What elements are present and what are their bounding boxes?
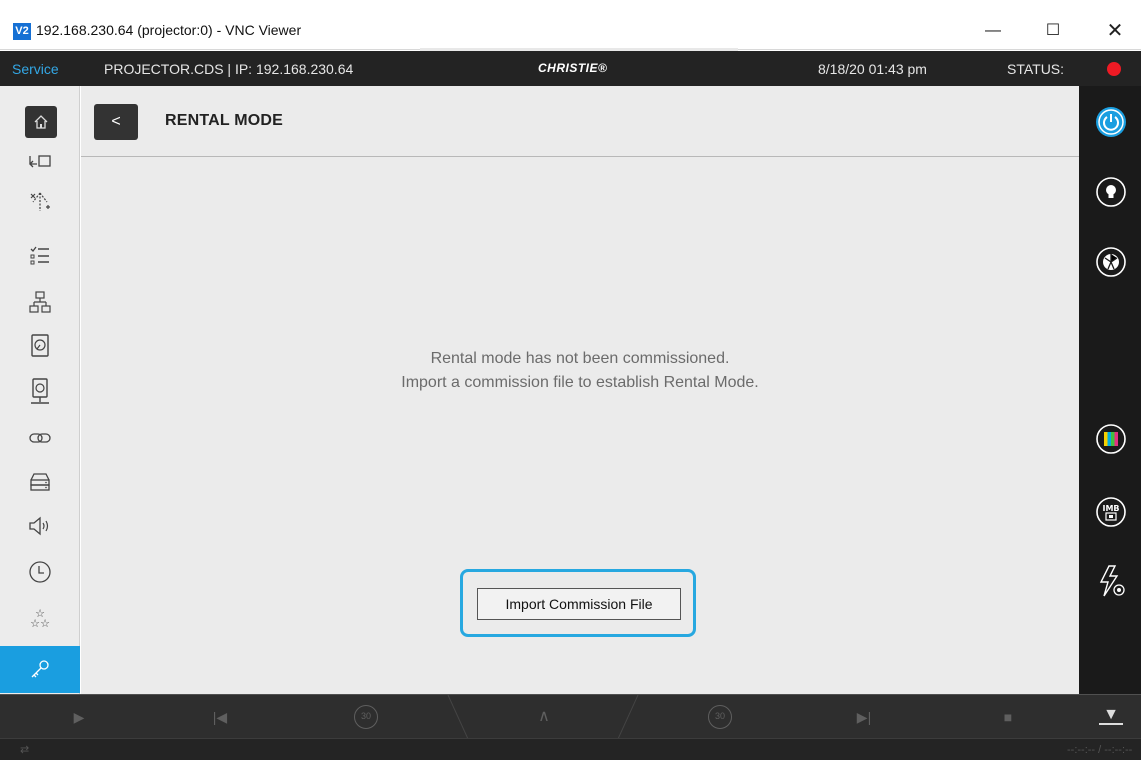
test-pattern-button[interactable] [1095, 423, 1127, 455]
shutter-button[interactable] [1095, 246, 1127, 278]
main-content: < RENTAL MODE Rental mode has not been c… [81, 86, 1079, 694]
skip-back-button[interactable]: |◀ [208, 705, 232, 729]
display-icon [29, 155, 51, 168]
power-icon [1096, 107, 1126, 137]
power-settings-icon [1099, 565, 1125, 597]
light-sparkle-icon [30, 192, 50, 211]
svg-text:☆: ☆ [40, 617, 50, 630]
sidebar-item-clock[interactable] [0, 552, 80, 592]
playback-time: --:--:-- / --:--:-- [1067, 744, 1133, 756]
sidebar-item-stars[interactable]: ☆ ☆ ☆ [0, 598, 80, 638]
christie-logo: CHRISTIE® [538, 61, 608, 75]
key-icon [31, 659, 49, 677]
transport-bar: ▶ |◀ 30 ∧ 30 ▶| ■ ▼ [0, 694, 1141, 739]
checklist-icon [30, 246, 49, 265]
page-header: < RENTAL MODE [81, 86, 1079, 157]
sidebar-item-network[interactable] [0, 282, 80, 322]
svg-text:☆: ☆ [30, 617, 40, 630]
vnc-viewer-logo: V2 [13, 23, 31, 40]
test-pattern-icon [1096, 424, 1126, 454]
eject-button[interactable]: ▼ [1099, 705, 1123, 725]
projector-header: Service PROJECTOR.CDS | IP: 192.168.230.… [0, 51, 1141, 86]
minimize-button[interactable]: — [970, 16, 1016, 46]
up-button[interactable]: ∧ [532, 705, 556, 729]
right-sidebar: IMB [1079, 86, 1141, 694]
status-label: STATUS: [1007, 61, 1065, 77]
sidebar-item-checklist[interactable] [0, 236, 80, 276]
stars-icon: ☆ ☆ ☆ [30, 607, 50, 630]
imb-label: IMB [1102, 504, 1119, 513]
speaker-icon [29, 516, 49, 536]
import-commission-file-button[interactable]: Import Commission File [477, 588, 681, 620]
server-icon [30, 473, 50, 491]
sidebar-item-network-storage[interactable] [0, 372, 80, 412]
back-button[interactable]: < [94, 104, 138, 140]
power-button[interactable] [1095, 106, 1127, 138]
datetime: 8/18/20 01:43 pm [818, 61, 927, 77]
network-drive-icon [31, 378, 49, 404]
transport-divider-lines [447, 695, 639, 739]
sidebar-item-link[interactable] [0, 418, 80, 458]
swap-icon: ⇄ [20, 744, 30, 756]
sidebar-item-server[interactable] [0, 462, 80, 502]
status-bar: ⇄ --:--:-- / --:--:-- [0, 738, 1141, 760]
skip-forward-button[interactable]: ▶| [852, 705, 876, 729]
link-icon [29, 433, 51, 443]
sidebar-item-rental-mode[interactable] [0, 646, 80, 693]
shutter-icon [1096, 247, 1126, 277]
imb-icon: IMB [1096, 497, 1126, 527]
rewind-30-button[interactable]: 30 [354, 705, 378, 729]
hard-drive-icon [31, 334, 49, 357]
sidebar-item-display[interactable] [0, 152, 80, 176]
sidebar-item-storage[interactable] [0, 326, 80, 366]
stop-button[interactable]: ■ [996, 705, 1020, 729]
sidebar-item-light[interactable] [0, 182, 80, 222]
left-sidebar: ☆ ☆ ☆ [0, 86, 80, 694]
sidebar-item-audio[interactable] [0, 506, 80, 546]
page-title: RENTAL MODE [165, 112, 284, 129]
network-icon [29, 291, 51, 313]
projector-info: PROJECTOR.CDS | IP: 192.168.230.64 [104, 61, 354, 77]
home-button[interactable] [25, 106, 57, 138]
lamp-icon [1096, 177, 1126, 207]
close-button[interactable]: ✕ [1092, 16, 1138, 46]
imb-button[interactable]: IMB [1095, 496, 1127, 528]
home-icon [34, 115, 48, 129]
service-mode-link[interactable]: Service [12, 61, 59, 77]
maximize-button[interactable]: ☐ [1030, 16, 1076, 46]
status-indicator[interactable] [1107, 62, 1121, 76]
window-titlebar: V2 192.168.230.64 (projector:0) - VNC Vi… [0, 0, 1141, 52]
forward-30-button[interactable]: 30 [708, 705, 732, 729]
import-button-focus-ring: Import Commission File [460, 569, 696, 637]
rental-status-message: Rental mode has not been commissioned. [430, 350, 730, 367]
rental-instruction-message: Import a commission file to establish Re… [401, 374, 759, 391]
window-title: 192.168.230.64 (projector:0) - VNC Viewe… [36, 22, 302, 38]
power-settings-button[interactable] [1095, 565, 1127, 598]
clock-icon [29, 561, 51, 583]
lamp-button[interactable] [1095, 176, 1127, 208]
play-button[interactable]: ▶ [67, 705, 91, 729]
